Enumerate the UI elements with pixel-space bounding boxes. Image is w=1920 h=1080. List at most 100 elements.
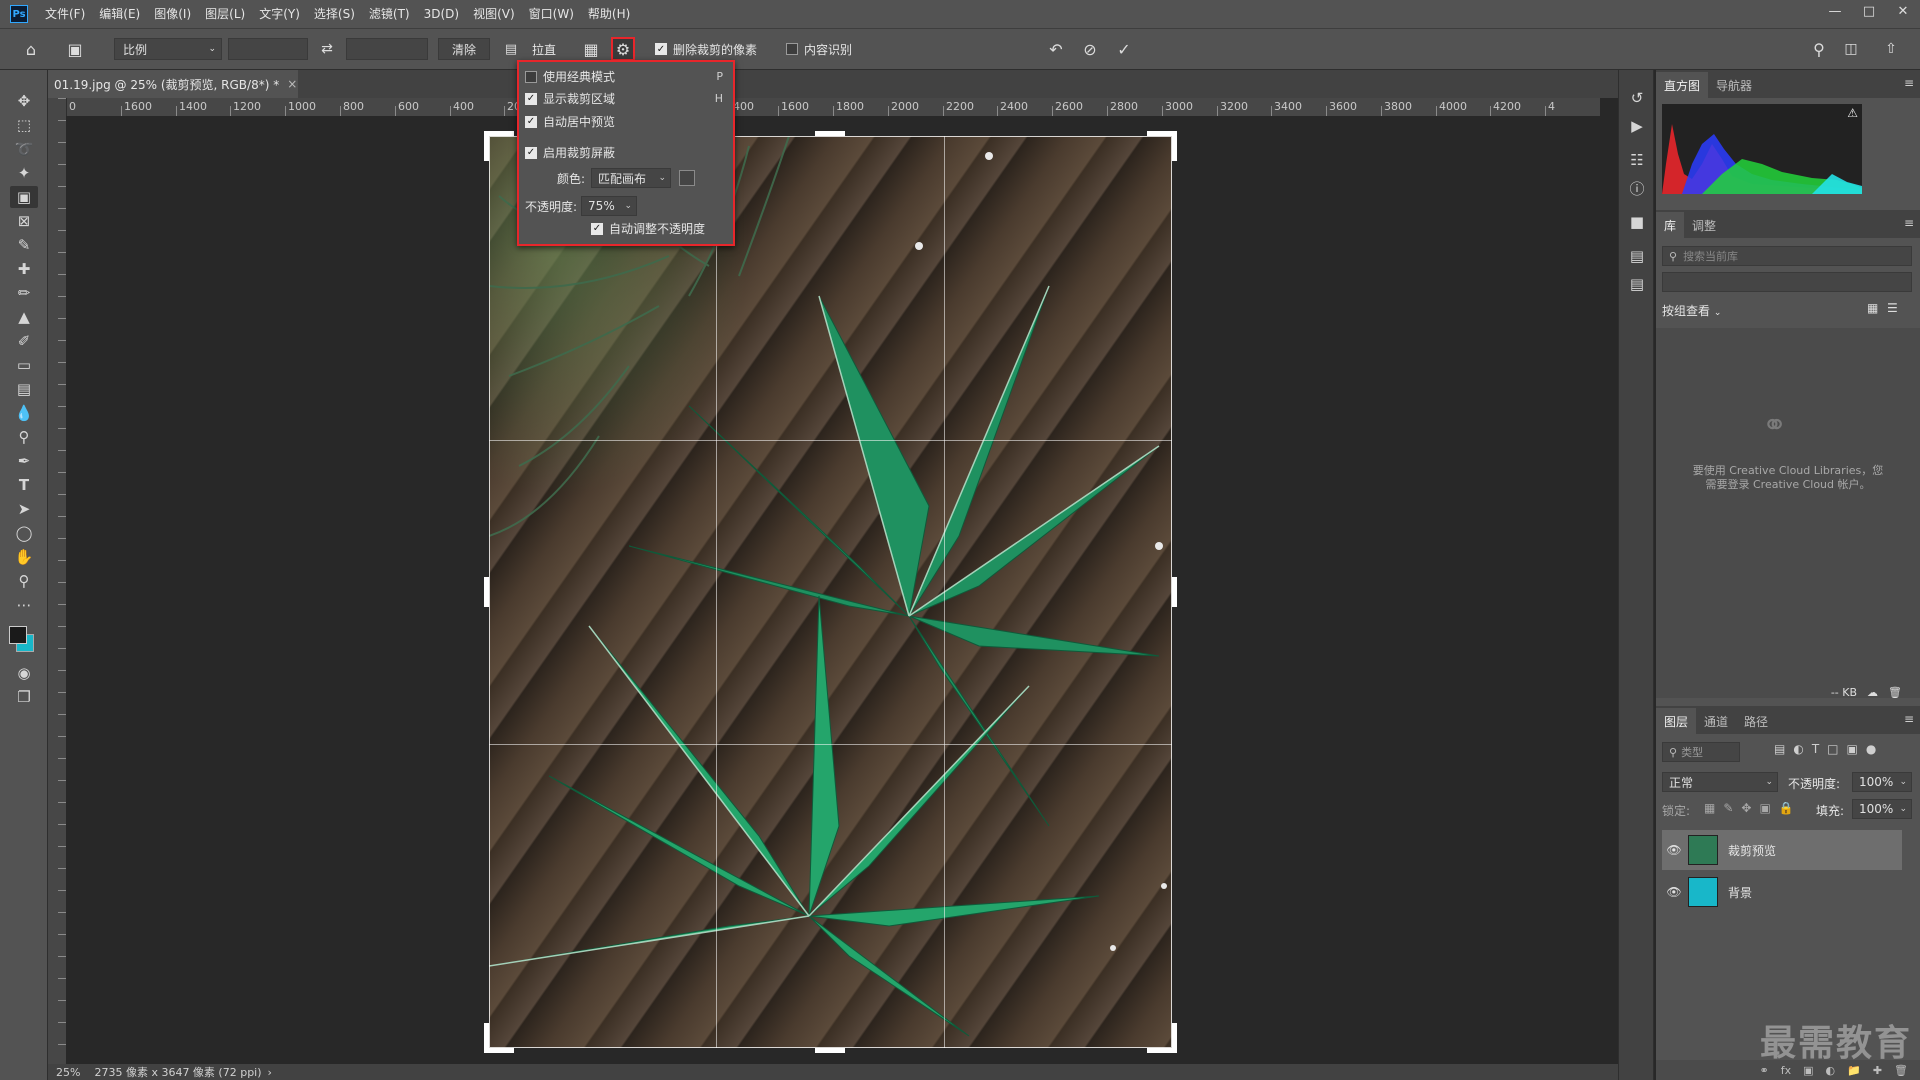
crop-handle-bottom-left[interactable] <box>484 1023 489 1053</box>
straighten-label[interactable]: 拉直 <box>532 38 556 60</box>
lock-all-icon[interactable]: 🔒 <box>1779 801 1794 815</box>
show-crop-area-option[interactable]: ✓ 显示裁剪区域 <box>525 90 615 107</box>
actions-panel-icon[interactable]: ▶ <box>1619 112 1655 140</box>
show-crop-area-checkbox[interactable]: ✓ <box>525 92 537 105</box>
type-tool-icon[interactable]: T <box>10 474 38 496</box>
move-tool-icon[interactable]: ✥ <box>10 90 38 112</box>
ratio-dropdown[interactable]: 比例 ⌄ <box>114 38 222 60</box>
workspace-icon[interactable]: ◫ <box>1840 38 1862 60</box>
width-input[interactable] <box>228 38 308 60</box>
quick-mask-icon[interactable]: ◉ <box>10 662 38 684</box>
lasso-tool-icon[interactable]: ➰ <box>10 138 38 160</box>
group-view-dropdown[interactable]: 按组查看 ⌄ <box>1662 302 1721 319</box>
menu-file[interactable]: 文件(F) <box>38 0 92 28</box>
crop-tool-preset-icon[interactable]: ▣ <box>62 38 88 60</box>
close-icon[interactable]: ✕ <box>1886 0 1920 22</box>
delete-cropped-checkbox[interactable]: ✓ <box>655 43 667 55</box>
blend-mode-dropdown[interactable]: 正常 ⌄ <box>1662 772 1778 792</box>
lock-position-icon[interactable]: ✥ <box>1741 801 1751 815</box>
crop-handle-top-right[interactable] <box>1172 131 1177 161</box>
commit-check-icon[interactable]: ✓ <box>1112 38 1136 60</box>
tab-histogram[interactable]: 直方图 <box>1656 72 1709 98</box>
color-swatches[interactable] <box>0 618 47 660</box>
trash-icon[interactable]: 🗑 <box>1888 686 1902 699</box>
share-icon[interactable]: ⇧ <box>1880 38 1902 60</box>
menu-type[interactable]: 文字(Y) <box>252 0 307 28</box>
libraries-panel-icon[interactable]: ▤ <box>1619 242 1655 270</box>
close-tab-icon[interactable]: × <box>287 77 297 91</box>
frame-tool-icon[interactable]: ⊠ <box>10 210 38 232</box>
crop-handle-top-left[interactable] <box>484 131 489 161</box>
clone-stamp-tool-icon[interactable]: ▲ <box>10 306 38 328</box>
list-view-icon[interactable]: ☰ <box>1887 301 1898 315</box>
clone-source-panel-icon[interactable]: ■ <box>1619 208 1655 236</box>
lock-image-icon[interactable]: ✎ <box>1723 801 1733 815</box>
tab-layers[interactable]: 图层 <box>1656 708 1697 734</box>
minimize-icon[interactable]: — <box>1818 0 1852 22</box>
canvas-area[interactable] <box>66 116 1600 1064</box>
tab-paths[interactable]: 路径 <box>1736 708 1776 734</box>
maximize-icon[interactable]: □ <box>1852 0 1886 22</box>
classic-mode-checkbox[interactable] <box>525 70 537 83</box>
history-brush-tool-icon[interactable]: ✐ <box>10 330 38 352</box>
screen-mode-icon[interactable]: ❐ <box>10 686 38 708</box>
grid-view-icon[interactable]: ▦ <box>1867 301 1878 315</box>
adjustment-filter-icon[interactable]: ◐ <box>1793 742 1803 756</box>
content-aware-option[interactable]: 内容识别 <box>786 38 852 60</box>
shape-filter-icon[interactable]: □ <box>1827 742 1838 756</box>
crop-tool-icon[interactable]: ▣ <box>10 186 38 208</box>
notes-panel-icon[interactable]: ▤ <box>1619 270 1655 298</box>
layer-filter-dropdown[interactable]: ⚲ 类型 <box>1662 742 1740 762</box>
height-input[interactable] <box>346 38 428 60</box>
tab-adjustments[interactable]: 调整 <box>1684 212 1724 238</box>
blur-tool-icon[interactable]: 💧 <box>10 402 38 424</box>
healing-brush-tool-icon[interactable]: ✚ <box>10 258 38 280</box>
menu-image[interactable]: 图像(I) <box>147 0 198 28</box>
settings-gear-icon[interactable]: ⚙ <box>611 37 635 61</box>
zoom-level[interactable]: 25% <box>56 1066 80 1079</box>
eyedropper-tool-icon[interactable]: ✎ <box>10 234 38 256</box>
straighten-icon[interactable]: ▤ <box>500 38 522 60</box>
ellipse-tool-icon[interactable]: ◯ <box>10 522 38 544</box>
warning-icon[interactable]: ⚠ <box>1847 106 1858 120</box>
lock-artboard-icon[interactable]: ▣ <box>1759 801 1770 815</box>
menu-window[interactable]: 窗口(W) <box>522 0 581 28</box>
panel-menu-icon[interactable]: ≡ <box>1904 76 1914 90</box>
menu-view[interactable]: 视图(V) <box>466 0 522 28</box>
library-select-dropdown[interactable] <box>1662 272 1912 292</box>
zoom-tool-icon[interactable]: ⚲ <box>10 570 38 592</box>
menu-filter[interactable]: 滤镜(T) <box>362 0 417 28</box>
smart-object-filter-icon[interactable]: ▣ <box>1847 742 1858 756</box>
cloud-sync-icon[interactable]: ☁ <box>1867 686 1878 699</box>
home-icon[interactable]: ⌂ <box>20 38 42 60</box>
pen-tool-icon[interactable]: ✒ <box>10 450 38 472</box>
type-filter-icon[interactable]: T <box>1812 742 1819 756</box>
menu-3d[interactable]: 3D(D) <box>417 0 466 28</box>
auto-center-checkbox[interactable]: ✓ <box>525 115 537 128</box>
path-selection-tool-icon[interactable]: ➤ <box>10 498 38 520</box>
document-tab[interactable]: 01.19.jpg @ 25% (裁剪预览, RGB/8*) * × <box>48 70 298 98</box>
more-tools-icon[interactable]: ⋯ <box>10 594 38 616</box>
menu-layer[interactable]: 图层(L) <box>198 0 252 28</box>
tab-navigator[interactable]: 导航器 <box>1708 72 1760 98</box>
chevron-right-icon[interactable]: › <box>268 1066 272 1079</box>
classic-mode-option[interactable]: 使用经典模式 <box>525 68 615 85</box>
panel-menu-icon[interactable]: ≡ <box>1904 712 1914 726</box>
enable-shield-checkbox[interactable]: ✓ <box>525 146 537 159</box>
crop-box[interactable] <box>489 136 1172 1048</box>
swap-icon[interactable]: ⇄ <box>316 38 338 60</box>
crop-handle-left[interactable] <box>484 577 489 607</box>
shield-color-swatch[interactable] <box>679 170 696 186</box>
layer-row-crop-preview[interactable]: 👁 裁剪预览 <box>1662 830 1902 870</box>
eraser-tool-icon[interactable]: ▭ <box>10 354 38 376</box>
brush-tool-icon[interactable]: ✏ <box>10 282 38 304</box>
gradient-tool-icon[interactable]: ▤ <box>10 378 38 400</box>
search-icon[interactable]: ⚲ <box>1808 38 1830 60</box>
hand-tool-icon[interactable]: ✋ <box>10 546 38 568</box>
layer-opacity-field[interactable]: 100% ⌄ <box>1852 772 1912 792</box>
enable-shield-option[interactable]: ✓ 启用裁剪屏蔽 <box>525 144 615 161</box>
auto-center-option[interactable]: ✓ 自动居中预览 <box>525 113 615 130</box>
history-panel-icon[interactable]: ↺ <box>1619 84 1655 112</box>
pixel-filter-icon[interactable]: ▤ <box>1774 742 1785 756</box>
auto-adjust-opacity-checkbox[interactable]: ✓ <box>591 222 603 235</box>
